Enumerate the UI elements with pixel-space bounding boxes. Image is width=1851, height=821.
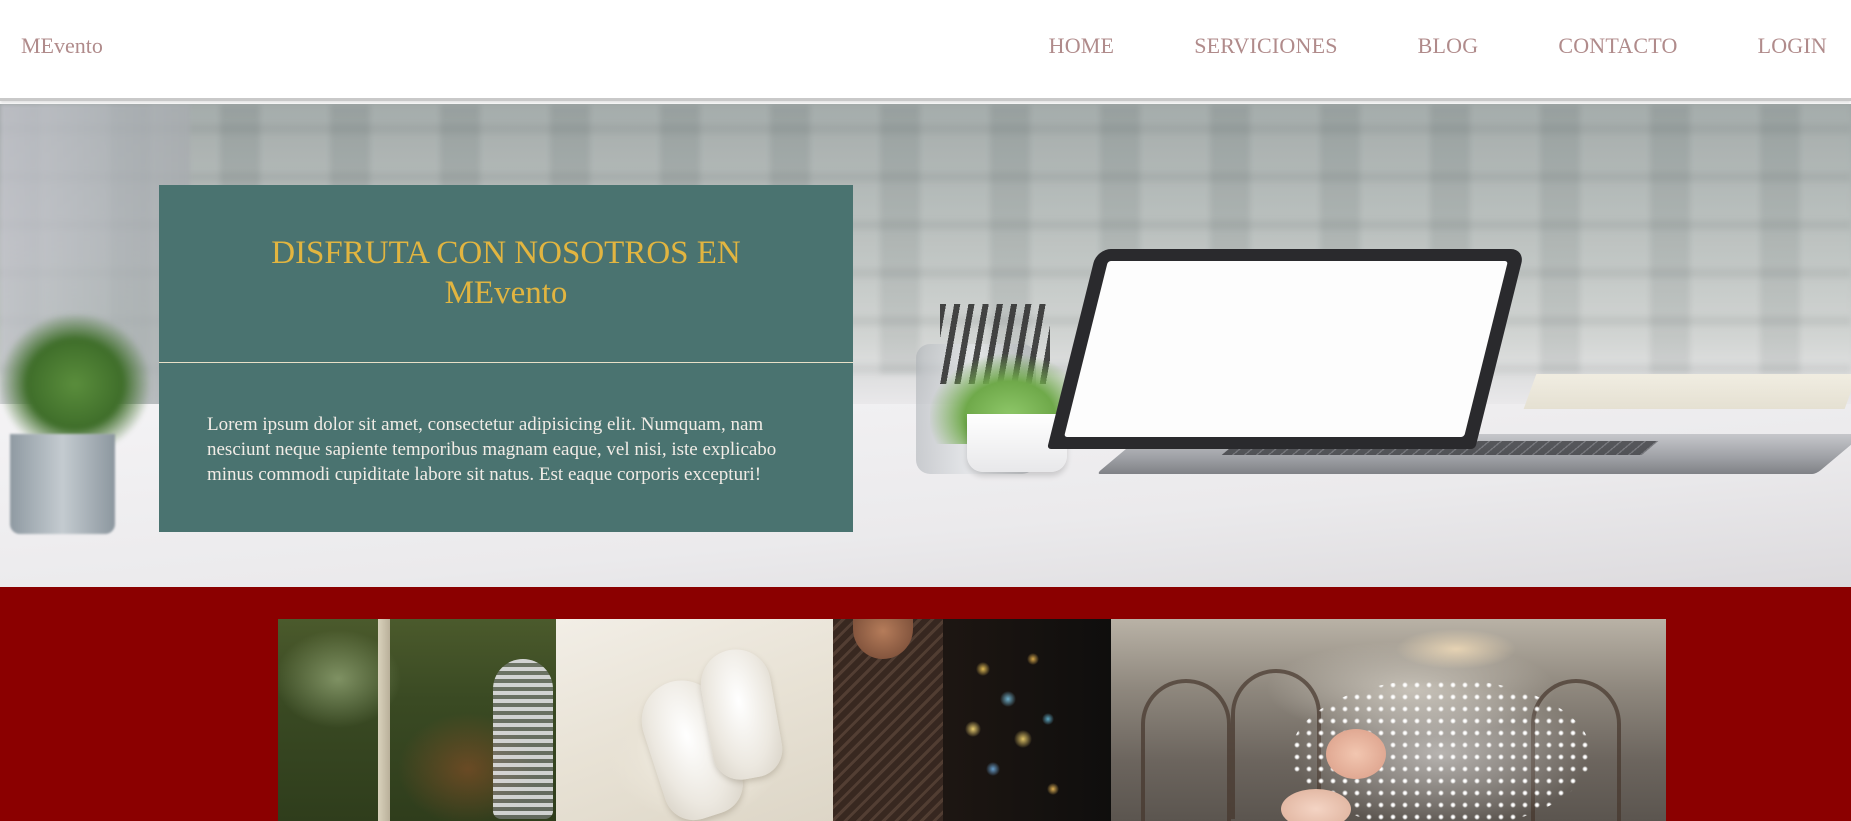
nav-links: HOME SERVICIONES BLOG CONTACTO LOGIN [1049, 33, 1827, 59]
tree-trunk [378, 619, 390, 821]
banquet-chair [1141, 679, 1231, 821]
hero-divider [159, 362, 853, 363]
rose [1281, 789, 1351, 821]
hero-laptop-screen-image [1047, 249, 1525, 449]
rose [1326, 729, 1386, 779]
navbar: MEvento HOME SERVICIONES BLOG CONTACTO L… [0, 0, 1851, 101]
nav-link-login[interactable]: LOGIN [1758, 33, 1827, 59]
gallery-image-garden-chandelier[interactable] [278, 619, 556, 821]
nav-link-contacto[interactable]: CONTACTO [1558, 33, 1677, 59]
brand-logo-link[interactable]: MEvento [21, 33, 103, 59]
gallery-image-banquet-flowers[interactable] [1111, 619, 1666, 821]
gallery-image-party-lights[interactable] [833, 619, 1111, 821]
nav-link-servicios[interactable]: SERVICIONES [1194, 33, 1337, 59]
hero-plant-image [0, 314, 150, 454]
chandelier [493, 659, 553, 819]
nav-link-blog[interactable]: BLOG [1418, 33, 1479, 59]
hero-title: DISFRUTA CON NOSOTROS EN MEvento [159, 233, 853, 313]
hero-title-line1: DISFRUTA CON NOSOTROS EN [271, 235, 741, 271]
laptop-display [1064, 261, 1508, 437]
hero-title-line2: MEvento [444, 275, 568, 311]
hero-card: DISFRUTA CON NOSOTROS EN MEvento Lorem i… [159, 185, 853, 532]
hero-description: Lorem ipsum dolor sit amet, consectetur … [207, 414, 777, 485]
gallery [278, 619, 1666, 821]
gallery-image-baby-shoes[interactable] [556, 619, 833, 821]
gallery-section [0, 587, 1851, 821]
hero-pot-image [10, 434, 115, 534]
hero-papers-image [1523, 374, 1851, 409]
nav-link-home[interactable]: HOME [1049, 33, 1115, 59]
